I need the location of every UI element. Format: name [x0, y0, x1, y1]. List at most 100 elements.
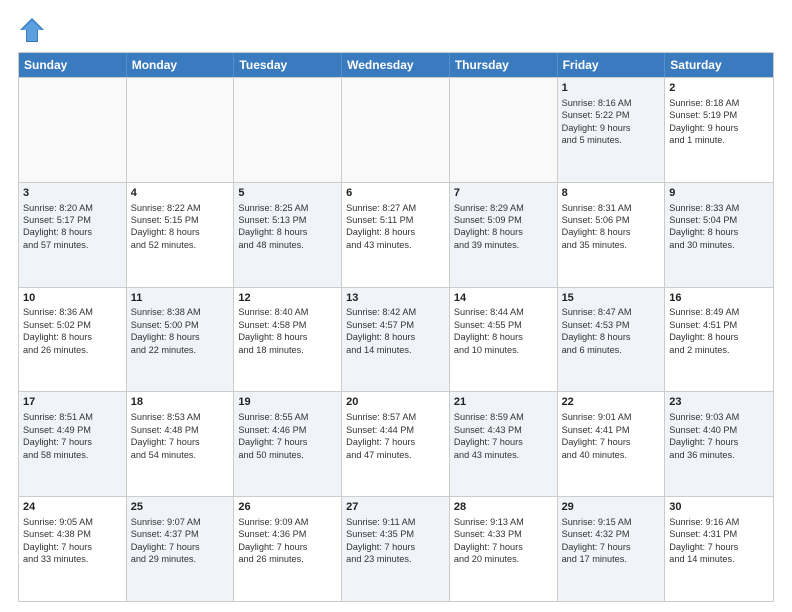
day-number: 6: [346, 186, 445, 201]
day-info: Sunrise: 9:11 AM Sunset: 4:35 PM Dayligh…: [346, 516, 445, 566]
day-cell-26: 26Sunrise: 9:09 AM Sunset: 4:36 PM Dayli…: [234, 497, 342, 601]
day-info: Sunrise: 9:05 AM Sunset: 4:38 PM Dayligh…: [23, 516, 122, 566]
day-info: Sunrise: 9:15 AM Sunset: 4:32 PM Dayligh…: [562, 516, 661, 566]
day-cell-11: 11Sunrise: 8:38 AM Sunset: 5:00 PM Dayli…: [127, 288, 235, 392]
day-cell-10: 10Sunrise: 8:36 AM Sunset: 5:02 PM Dayli…: [19, 288, 127, 392]
day-number: 13: [346, 291, 445, 306]
day-info: Sunrise: 8:57 AM Sunset: 4:44 PM Dayligh…: [346, 411, 445, 461]
day-number: 1: [562, 81, 661, 96]
empty-cell-0-3: [342, 78, 450, 182]
day-number: 4: [131, 186, 230, 201]
day-info: Sunrise: 8:38 AM Sunset: 5:00 PM Dayligh…: [131, 306, 230, 356]
day-cell-20: 20Sunrise: 8:57 AM Sunset: 4:44 PM Dayli…: [342, 392, 450, 496]
day-cell-14: 14Sunrise: 8:44 AM Sunset: 4:55 PM Dayli…: [450, 288, 558, 392]
day-info: Sunrise: 9:01 AM Sunset: 4:41 PM Dayligh…: [562, 411, 661, 461]
day-info: Sunrise: 9:13 AM Sunset: 4:33 PM Dayligh…: [454, 516, 553, 566]
day-cell-1: 1Sunrise: 8:16 AM Sunset: 5:22 PM Daylig…: [558, 78, 666, 182]
day-cell-7: 7Sunrise: 8:29 AM Sunset: 5:09 PM Daylig…: [450, 183, 558, 287]
day-number: 8: [562, 186, 661, 201]
header-day-monday: Monday: [127, 53, 235, 77]
day-number: 30: [669, 500, 769, 515]
day-number: 3: [23, 186, 122, 201]
day-info: Sunrise: 8:44 AM Sunset: 4:55 PM Dayligh…: [454, 306, 553, 356]
day-cell-4: 4Sunrise: 8:22 AM Sunset: 5:15 PM Daylig…: [127, 183, 235, 287]
day-info: Sunrise: 8:22 AM Sunset: 5:15 PM Dayligh…: [131, 202, 230, 252]
day-number: 7: [454, 186, 553, 201]
day-info: Sunrise: 8:49 AM Sunset: 4:51 PM Dayligh…: [669, 306, 769, 356]
header-day-thursday: Thursday: [450, 53, 558, 77]
header-day-saturday: Saturday: [665, 53, 773, 77]
day-cell-28: 28Sunrise: 9:13 AM Sunset: 4:33 PM Dayli…: [450, 497, 558, 601]
day-number: 12: [238, 291, 337, 306]
header-day-sunday: Sunday: [19, 53, 127, 77]
day-number: 27: [346, 500, 445, 515]
day-number: 22: [562, 395, 661, 410]
day-cell-25: 25Sunrise: 9:07 AM Sunset: 4:37 PM Dayli…: [127, 497, 235, 601]
header-day-wednesday: Wednesday: [342, 53, 450, 77]
logo: [18, 16, 50, 44]
day-info: Sunrise: 8:33 AM Sunset: 5:04 PM Dayligh…: [669, 202, 769, 252]
day-number: 5: [238, 186, 337, 201]
day-info: Sunrise: 8:59 AM Sunset: 4:43 PM Dayligh…: [454, 411, 553, 461]
day-cell-12: 12Sunrise: 8:40 AM Sunset: 4:58 PM Dayli…: [234, 288, 342, 392]
day-number: 9: [669, 186, 769, 201]
day-info: Sunrise: 9:07 AM Sunset: 4:37 PM Dayligh…: [131, 516, 230, 566]
day-cell-2: 2Sunrise: 8:18 AM Sunset: 5:19 PM Daylig…: [665, 78, 773, 182]
day-cell-3: 3Sunrise: 8:20 AM Sunset: 5:17 PM Daylig…: [19, 183, 127, 287]
day-number: 24: [23, 500, 122, 515]
day-info: Sunrise: 8:51 AM Sunset: 4:49 PM Dayligh…: [23, 411, 122, 461]
day-cell-19: 19Sunrise: 8:55 AM Sunset: 4:46 PM Dayli…: [234, 392, 342, 496]
day-number: 19: [238, 395, 337, 410]
day-info: Sunrise: 9:16 AM Sunset: 4:31 PM Dayligh…: [669, 516, 769, 566]
day-number: 17: [23, 395, 122, 410]
day-info: Sunrise: 8:16 AM Sunset: 5:22 PM Dayligh…: [562, 97, 661, 147]
calendar-header: SundayMondayTuesdayWednesdayThursdayFrid…: [19, 53, 773, 77]
calendar-row-3: 17Sunrise: 8:51 AM Sunset: 4:49 PM Dayli…: [19, 391, 773, 496]
empty-cell-0-0: [19, 78, 127, 182]
day-info: Sunrise: 8:55 AM Sunset: 4:46 PM Dayligh…: [238, 411, 337, 461]
day-number: 2: [669, 81, 769, 96]
day-info: Sunrise: 8:36 AM Sunset: 5:02 PM Dayligh…: [23, 306, 122, 356]
day-number: 15: [562, 291, 661, 306]
day-cell-29: 29Sunrise: 9:15 AM Sunset: 4:32 PM Dayli…: [558, 497, 666, 601]
day-cell-24: 24Sunrise: 9:05 AM Sunset: 4:38 PM Dayli…: [19, 497, 127, 601]
day-info: Sunrise: 8:20 AM Sunset: 5:17 PM Dayligh…: [23, 202, 122, 252]
day-number: 25: [131, 500, 230, 515]
day-cell-9: 9Sunrise: 8:33 AM Sunset: 5:04 PM Daylig…: [665, 183, 773, 287]
header: [18, 16, 774, 44]
day-info: Sunrise: 8:31 AM Sunset: 5:06 PM Dayligh…: [562, 202, 661, 252]
day-cell-27: 27Sunrise: 9:11 AM Sunset: 4:35 PM Dayli…: [342, 497, 450, 601]
day-cell-8: 8Sunrise: 8:31 AM Sunset: 5:06 PM Daylig…: [558, 183, 666, 287]
day-number: 23: [669, 395, 769, 410]
empty-cell-0-1: [127, 78, 235, 182]
logo-icon: [18, 16, 46, 44]
calendar-row-4: 24Sunrise: 9:05 AM Sunset: 4:38 PM Dayli…: [19, 496, 773, 601]
day-number: 20: [346, 395, 445, 410]
day-number: 11: [131, 291, 230, 306]
day-cell-5: 5Sunrise: 8:25 AM Sunset: 5:13 PM Daylig…: [234, 183, 342, 287]
empty-cell-0-4: [450, 78, 558, 182]
day-info: Sunrise: 8:42 AM Sunset: 4:57 PM Dayligh…: [346, 306, 445, 356]
day-cell-16: 16Sunrise: 8:49 AM Sunset: 4:51 PM Dayli…: [665, 288, 773, 392]
day-info: Sunrise: 8:18 AM Sunset: 5:19 PM Dayligh…: [669, 97, 769, 147]
day-info: Sunrise: 9:03 AM Sunset: 4:40 PM Dayligh…: [669, 411, 769, 461]
day-cell-30: 30Sunrise: 9:16 AM Sunset: 4:31 PM Dayli…: [665, 497, 773, 601]
page: SundayMondayTuesdayWednesdayThursdayFrid…: [0, 0, 792, 612]
day-info: Sunrise: 8:40 AM Sunset: 4:58 PM Dayligh…: [238, 306, 337, 356]
day-cell-23: 23Sunrise: 9:03 AM Sunset: 4:40 PM Dayli…: [665, 392, 773, 496]
day-info: Sunrise: 8:47 AM Sunset: 4:53 PM Dayligh…: [562, 306, 661, 356]
header-day-tuesday: Tuesday: [234, 53, 342, 77]
calendar-row-2: 10Sunrise: 8:36 AM Sunset: 5:02 PM Dayli…: [19, 287, 773, 392]
day-cell-22: 22Sunrise: 9:01 AM Sunset: 4:41 PM Dayli…: [558, 392, 666, 496]
day-cell-18: 18Sunrise: 8:53 AM Sunset: 4:48 PM Dayli…: [127, 392, 235, 496]
day-number: 10: [23, 291, 122, 306]
calendar-row-0: 1Sunrise: 8:16 AM Sunset: 5:22 PM Daylig…: [19, 77, 773, 182]
day-info: Sunrise: 8:27 AM Sunset: 5:11 PM Dayligh…: [346, 202, 445, 252]
day-number: 14: [454, 291, 553, 306]
day-number: 21: [454, 395, 553, 410]
day-cell-21: 21Sunrise: 8:59 AM Sunset: 4:43 PM Dayli…: [450, 392, 558, 496]
day-number: 29: [562, 500, 661, 515]
day-cell-17: 17Sunrise: 8:51 AM Sunset: 4:49 PM Dayli…: [19, 392, 127, 496]
calendar-row-1: 3Sunrise: 8:20 AM Sunset: 5:17 PM Daylig…: [19, 182, 773, 287]
calendar: SundayMondayTuesdayWednesdayThursdayFrid…: [18, 52, 774, 602]
